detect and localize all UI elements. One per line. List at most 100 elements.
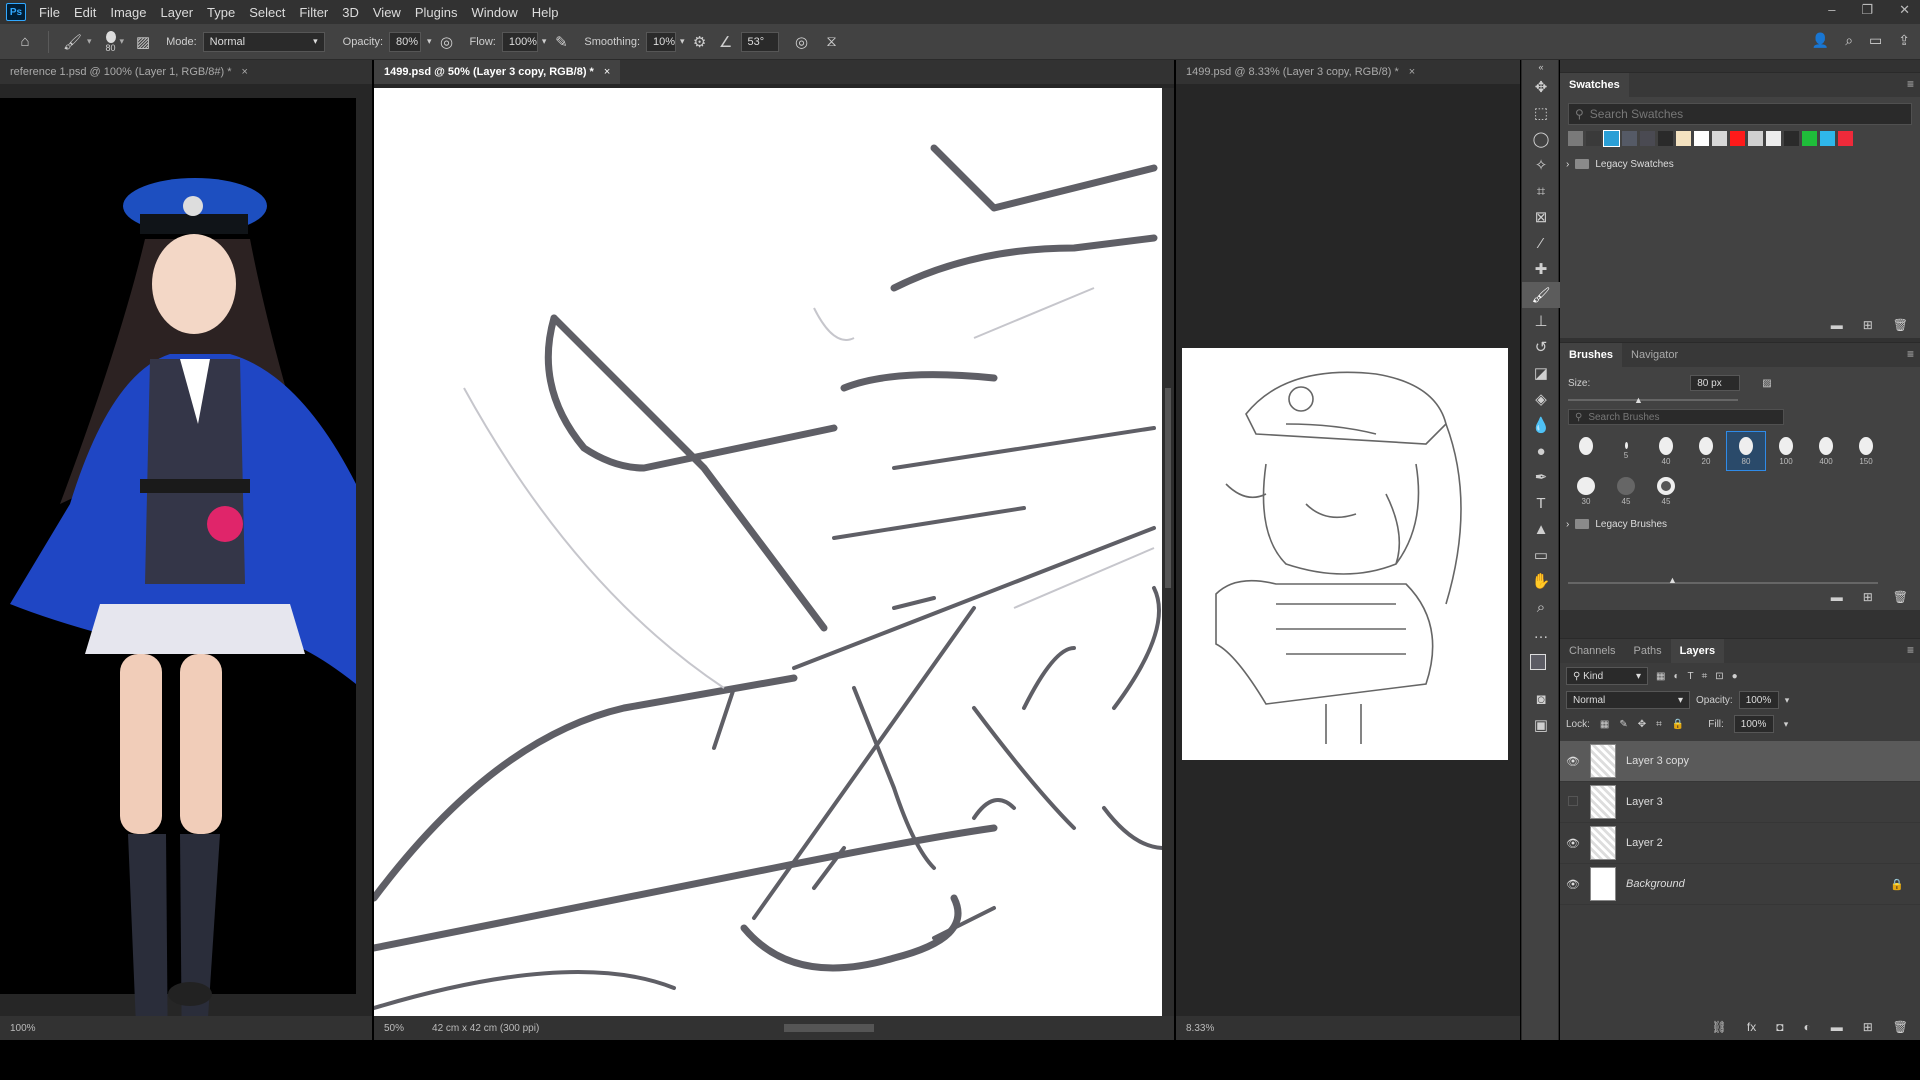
chevron-down-icon[interactable]: ▾ bbox=[120, 36, 125, 47]
kind-filter-select[interactable]: ⚲ Kind ▾ bbox=[1566, 667, 1648, 685]
crop-tool-icon[interactable]: ⌗ bbox=[1522, 178, 1560, 204]
panel-menu-icon[interactable]: ≡ bbox=[1907, 643, 1914, 657]
airbrush-icon[interactable]: ✎ bbox=[552, 33, 570, 51]
smoothing-input[interactable]: 10% bbox=[646, 31, 677, 52]
brush-tool-icon[interactable]: 🖌 bbox=[1522, 282, 1560, 308]
swatch[interactable] bbox=[1676, 131, 1691, 146]
chevron-down-icon[interactable]: ▾ bbox=[427, 36, 432, 47]
menu-window[interactable]: Window bbox=[464, 5, 524, 20]
quick-mask-icon[interactable]: ◙ bbox=[1522, 686, 1560, 712]
tab-paths[interactable]: Paths bbox=[1624, 639, 1670, 663]
gear-icon[interactable]: ⚙ bbox=[691, 33, 709, 51]
swatch[interactable] bbox=[1820, 131, 1835, 146]
menu-type[interactable]: Type bbox=[200, 5, 242, 20]
screen-mode-icon[interactable]: ▣ bbox=[1522, 712, 1560, 738]
angle-input[interactable]: 53° bbox=[740, 31, 779, 52]
visibility-eye-icon[interactable]: 👁 bbox=[1560, 878, 1586, 891]
filter-type-icon[interactable]: T bbox=[1688, 671, 1694, 682]
tab-1499-833[interactable]: 1499.psd @ 8.33% (Layer 3 copy, RGB/8) *… bbox=[1176, 60, 1425, 84]
swatch[interactable] bbox=[1586, 131, 1601, 146]
swatch[interactable] bbox=[1568, 131, 1583, 146]
brush-preset[interactable]: 20 bbox=[1686, 431, 1726, 471]
delete-icon[interactable]: 🗑 bbox=[1893, 1020, 1908, 1034]
type-tool-icon[interactable]: T bbox=[1522, 490, 1560, 516]
paint-bucket-icon[interactable]: ◈ bbox=[1522, 386, 1560, 412]
close-icon[interactable]: × bbox=[604, 66, 610, 78]
brush-preset[interactable]: 30 bbox=[1566, 471, 1606, 511]
pressure-size-icon[interactable]: ◎ bbox=[793, 33, 811, 51]
home-icon[interactable]: ⌂ bbox=[16, 33, 34, 50]
tab-channels[interactable]: Channels bbox=[1560, 639, 1624, 663]
filter-pixel-icon[interactable]: ▦ bbox=[1656, 671, 1665, 682]
new-layer-icon[interactable]: ⊞ bbox=[1863, 1020, 1873, 1034]
legacy-brushes-folder[interactable]: › Legacy Brushes bbox=[1560, 515, 1920, 533]
new-group-icon[interactable]: ▬ bbox=[1831, 1020, 1843, 1034]
swatch[interactable] bbox=[1603, 130, 1620, 147]
pressure-opacity-icon[interactable]: ◎ bbox=[438, 33, 456, 51]
swatches-search-input[interactable]: ⚲ Search Swatches bbox=[1568, 103, 1912, 125]
lock-artboard-icon[interactable]: ⌗ bbox=[1656, 719, 1662, 730]
tab-brushes[interactable]: Brushes bbox=[1560, 343, 1623, 367]
mask-icon[interactable]: ◘ bbox=[1776, 1020, 1783, 1034]
brush-preset[interactable] bbox=[1566, 431, 1606, 471]
layer-row-layer-3-copy[interactable]: 👁 Layer 3 copy bbox=[1560, 741, 1920, 782]
brush-preset-picker[interactable]: 80 bbox=[105, 30, 116, 53]
new-group-icon[interactable]: ▬ bbox=[1831, 590, 1843, 604]
tab-1499-50[interactable]: 1499.psd @ 50% (Layer 3 copy, RGB/8) * × bbox=[374, 60, 621, 84]
tab-swatches[interactable]: Swatches bbox=[1560, 73, 1629, 97]
lasso-tool-icon[interactable]: ◯ bbox=[1522, 126, 1560, 152]
tab-reference[interactable]: reference 1.psd @ 100% (Layer 1, RGB/8#)… bbox=[0, 60, 258, 84]
size-input[interactable]: 80 px bbox=[1690, 375, 1741, 391]
path-select-icon[interactable]: ▲ bbox=[1522, 516, 1560, 542]
menu-select[interactable]: Select bbox=[242, 5, 292, 20]
center-document-canvas[interactable] bbox=[374, 84, 1174, 1020]
eyedropper-icon[interactable]: ⁄ bbox=[1522, 230, 1560, 256]
layer-row-layer-3[interactable]: Layer 3 bbox=[1560, 782, 1920, 823]
swatch[interactable] bbox=[1712, 131, 1727, 146]
legacy-swatches-folder[interactable]: › Legacy Swatches bbox=[1560, 155, 1920, 173]
lock-position-icon[interactable]: ✥ bbox=[1638, 719, 1646, 730]
fx-icon[interactable]: fx bbox=[1747, 1020, 1756, 1034]
search-icon[interactable]: ⌕ bbox=[1845, 32, 1853, 49]
zoom-tool-icon[interactable]: ⌕ bbox=[1522, 594, 1560, 620]
panel-menu-icon[interactable]: ≡ bbox=[1907, 77, 1914, 91]
swatch[interactable] bbox=[1838, 131, 1853, 146]
brush-preset[interactable]: 45 bbox=[1606, 471, 1646, 511]
swatch[interactable] bbox=[1766, 131, 1781, 146]
close-icon[interactable]: × bbox=[1409, 66, 1415, 78]
pen-tool-icon[interactable]: ✒ bbox=[1522, 464, 1560, 490]
brush-preset[interactable]: 150 bbox=[1846, 431, 1886, 471]
close-window-icon[interactable]: ✕ bbox=[1899, 2, 1910, 18]
lock-transparent-icon[interactable]: ▦ bbox=[1600, 719, 1609, 730]
link-icon[interactable]: ⛓ bbox=[1712, 1020, 1727, 1034]
layer-row-background[interactable]: 👁 Background 🔒 bbox=[1560, 864, 1920, 905]
swatch[interactable] bbox=[1622, 131, 1637, 146]
mode-select[interactable]: Normal ▾ bbox=[202, 31, 325, 52]
vertical-scrollbar[interactable] bbox=[1162, 88, 1174, 1016]
brushes-search-input[interactable]: ⚲ Search Brushes bbox=[1568, 409, 1784, 425]
menu-3d[interactable]: 3D bbox=[335, 5, 366, 20]
dodge-tool-icon[interactable]: ● bbox=[1522, 438, 1560, 464]
menu-image[interactable]: Image bbox=[103, 5, 153, 20]
swatch[interactable] bbox=[1658, 131, 1673, 146]
filter-adjust-icon[interactable]: ◐ bbox=[1673, 671, 1679, 682]
history-brush-icon[interactable]: ↺ bbox=[1522, 334, 1560, 360]
filter-toggle-icon[interactable]: ● bbox=[1732, 671, 1738, 682]
menu-edit[interactable]: Edit bbox=[67, 5, 103, 20]
healing-brush-icon[interactable]: ✚ bbox=[1522, 256, 1560, 282]
filter-smart-icon[interactable]: ⊡ bbox=[1715, 671, 1723, 682]
filter-shape-icon[interactable]: ⌗ bbox=[1702, 671, 1708, 682]
more-tools-icon[interactable]: … bbox=[1522, 620, 1560, 646]
restore-icon[interactable]: ❐ bbox=[1861, 2, 1873, 18]
stamp-tool-icon[interactable]: ⊥ bbox=[1522, 308, 1560, 334]
tab-navigator[interactable]: Navigator bbox=[1622, 343, 1687, 367]
new-swatch-icon[interactable]: ⊞ bbox=[1863, 318, 1873, 332]
adjustment-icon[interactable]: ◐ bbox=[1803, 1020, 1810, 1034]
blur-tool-icon[interactable]: 💧 bbox=[1522, 412, 1560, 438]
fill-input[interactable]: 100% bbox=[1733, 715, 1774, 733]
symmetry-icon[interactable]: ⧖ bbox=[823, 33, 841, 50]
share-user-icon[interactable]: 👤 bbox=[1812, 32, 1829, 49]
workspace-icon[interactable]: ▭ bbox=[1869, 32, 1882, 49]
magic-wand-icon[interactable]: ✧ bbox=[1522, 152, 1560, 178]
swatch[interactable] bbox=[1748, 131, 1763, 146]
